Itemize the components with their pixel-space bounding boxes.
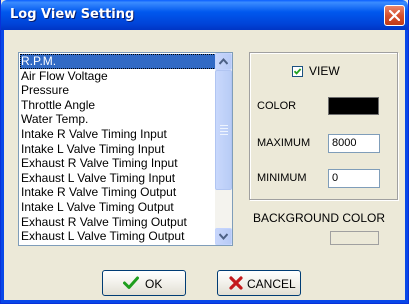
scroll-thumb[interactable] — [215, 70, 232, 190]
maximum-input[interactable]: 8000 — [328, 134, 380, 153]
list-item[interactable]: Intake R Valve Timing Input — [20, 127, 216, 142]
cancel-label: CANCEL — [247, 277, 296, 291]
color-swatch[interactable] — [328, 97, 379, 115]
minimum-label: MINIMUM — [257, 172, 307, 184]
list-item[interactable]: Exhaust R Valve Timing Input — [20, 156, 216, 171]
list-item[interactable]: Exhaust L Valve Timing Output — [20, 229, 216, 244]
ok-button[interactable]: OK — [102, 270, 186, 296]
list-item[interactable]: Intake L Valve Timing Output — [20, 200, 216, 215]
background-color-label: BACKGROUND COLOR — [253, 211, 386, 225]
list-item[interactable]: Intake R Valve Timing Output — [20, 185, 216, 200]
scroll-grip-line — [220, 134, 228, 135]
window-frame-bottom — [1, 300, 408, 303]
color-label: COLOR — [257, 100, 297, 112]
ok-label: OK — [145, 277, 163, 291]
view-checkbox[interactable] — [292, 66, 303, 77]
checkmark-icon — [293, 68, 302, 75]
list-item[interactable]: Air Flow Voltage — [20, 69, 216, 84]
list-item[interactable]: R.P.M. — [20, 54, 216, 69]
window-frame-right — [405, 30, 408, 303]
log-view-setting-dialog: Log View Setting R.P.M. Air Flow Voltage P… — [0, 0, 409, 304]
close-button[interactable] — [384, 5, 405, 26]
title-bar[interactable]: Log View Setting — [1, 0, 408, 30]
view-label: VIEW — [309, 64, 340, 78]
x-icon — [229, 276, 243, 293]
list-scrollbar[interactable] — [215, 53, 232, 245]
scroll-up-button[interactable] — [215, 53, 232, 70]
cancel-button[interactable]: CANCEL — [217, 270, 301, 296]
list-item[interactable]: Intake L Valve Timing Input — [20, 142, 216, 157]
maximum-label: MAXIMUM — [257, 137, 311, 149]
scroll-down-button[interactable] — [215, 228, 232, 245]
window-frame-left — [1, 30, 4, 303]
channel-listbox[interactable]: R.P.M. Air Flow Voltage Pressure Throttle A… — [18, 52, 233, 246]
scroll-grip-line — [220, 125, 228, 126]
background-color-swatch[interactable] — [330, 231, 379, 245]
scroll-grip-line — [220, 128, 228, 129]
window-title: Log View Setting — [10, 7, 135, 22]
list-item[interactable]: Exhaust R Valve Timing Output — [20, 215, 216, 230]
scroll-grip-line — [220, 131, 228, 132]
checkmark-icon — [123, 276, 139, 293]
list-item[interactable]: Exhaust L Valve Timing Input — [20, 171, 216, 186]
list-item[interactable]: Pressure — [20, 83, 216, 98]
list-item[interactable]: Throttle Angle — [20, 98, 216, 113]
list-item[interactable]: Water Temp. — [20, 112, 216, 127]
minimum-input[interactable]: 0 — [328, 169, 380, 188]
channel-list: R.P.M. Air Flow Voltage Pressure Throttle A… — [20, 54, 216, 244]
